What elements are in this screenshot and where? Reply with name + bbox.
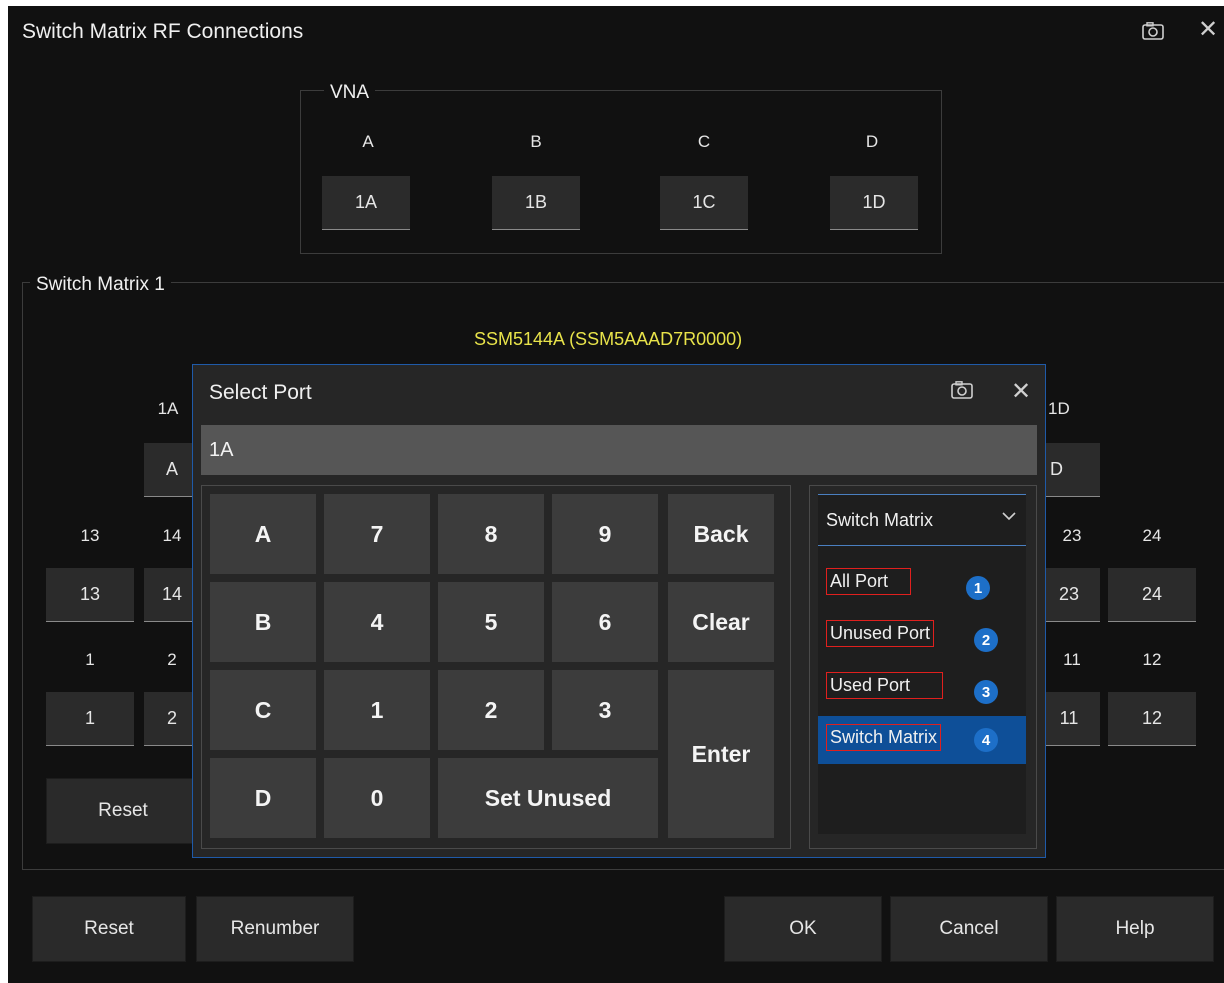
vna-port-label-c: C	[697, 132, 711, 151]
enter-key[interactable]: Enter	[668, 670, 774, 838]
port-filter-list: Switch Matrix All Port 1 Unused Port 2 U…	[818, 494, 1026, 834]
close-icon[interactable]: ✕	[1198, 18, 1218, 42]
vna-port-c-button[interactable]: 1C	[660, 176, 748, 230]
keypad: A 7 8 9 Back B 4 5 6 Clear C 1 2 3 Enter…	[201, 485, 791, 849]
footer-renumber-button[interactable]: Renumber	[196, 896, 354, 962]
port-value-field[interactable]: 1A	[201, 425, 1037, 475]
key-a[interactable]: A	[210, 494, 316, 574]
sm-port-label-12: 12	[1142, 650, 1162, 669]
filter-option-switch-matrix[interactable]: Switch Matrix 4	[818, 716, 1026, 764]
key-7[interactable]: 7	[324, 494, 430, 574]
filter-option-label: Unused Port	[826, 620, 935, 647]
annotation-badge: 3	[974, 680, 998, 704]
key-c[interactable]: C	[210, 670, 316, 750]
footer-help-button[interactable]: Help	[1056, 896, 1214, 962]
key-8[interactable]: 8	[438, 494, 544, 574]
vna-group-label: VNA	[324, 82, 376, 104]
select-port-dialog: Select Port ✕ 1A A 7 8 9 Back B 4 5 6 Cl…	[192, 364, 1046, 858]
port-filter-selected: Switch Matrix	[826, 509, 934, 530]
sm-port-label-1: 1	[85, 650, 95, 669]
key-9[interactable]: 9	[552, 494, 658, 574]
back-key[interactable]: Back	[668, 494, 774, 574]
dialog-title: Select Port	[209, 381, 312, 404]
vna-port-a-button[interactable]: 1A	[322, 176, 410, 230]
key-1[interactable]: 1	[324, 670, 430, 750]
footer-cancel-button[interactable]: Cancel	[890, 896, 1048, 962]
vna-port-label-a: A	[362, 132, 374, 151]
key-d[interactable]: D	[210, 758, 316, 838]
key-6[interactable]: 6	[552, 582, 658, 662]
filter-option-unused-port[interactable]: Unused Port 2	[818, 612, 1026, 660]
key-5[interactable]: 5	[438, 582, 544, 662]
sm-port-23-button[interactable]: 23	[1038, 568, 1100, 622]
sm-port-label-13: 13	[80, 526, 100, 545]
dialog-close-icon[interactable]: ✕	[1011, 377, 1031, 406]
sm-port-1-button[interactable]: 1	[46, 692, 134, 746]
sm-port-label-1a: 1A	[157, 399, 179, 418]
port-filter-panel: Switch Matrix All Port 1 Unused Port 2 U…	[809, 485, 1037, 849]
filter-option-used-port[interactable]: Used Port 3	[818, 664, 1026, 712]
vna-port-d-button[interactable]: 1D	[830, 176, 918, 230]
switch-matrix-window: Switch Matrix RF Connections ✕ VNA A B C…	[8, 6, 1224, 983]
vna-port-b-button[interactable]: 1B	[492, 176, 580, 230]
set-unused-key[interactable]: Set Unused	[438, 758, 658, 838]
key-0[interactable]: 0	[324, 758, 430, 838]
key-4[interactable]: 4	[324, 582, 430, 662]
key-3[interactable]: 3	[552, 670, 658, 750]
annotation-badge: 2	[974, 628, 998, 652]
key-b[interactable]: B	[210, 582, 316, 662]
port-filter-dropdown[interactable]: Switch Matrix	[818, 494, 1026, 546]
filter-option-label: Switch Matrix	[826, 724, 942, 751]
sm-port-12-button[interactable]: 12	[1108, 692, 1196, 746]
clear-key[interactable]: Clear	[668, 582, 774, 662]
annotation-badge: 4	[974, 728, 998, 752]
dialog-camera-icon[interactable]	[951, 381, 973, 399]
sm-port-13-button[interactable]: 13	[46, 568, 134, 622]
sm-port-1d-button[interactable]: D	[1038, 443, 1100, 497]
sm-port-label-1d: 1D	[1048, 399, 1070, 418]
footer-reset-button[interactable]: Reset	[32, 896, 186, 962]
sm-port-label-11: 11	[1063, 650, 1081, 669]
key-2[interactable]: 2	[438, 670, 544, 750]
camera-icon[interactable]	[1142, 22, 1164, 40]
annotation-badge: 1	[966, 576, 990, 600]
sm-port-label-23: 23	[1062, 526, 1082, 545]
window-title: Switch Matrix RF Connections	[22, 20, 304, 43]
switch-matrix-group-label: Switch Matrix 1	[30, 274, 171, 296]
vna-port-label-d: D	[865, 132, 879, 151]
filter-option-label: All Port	[826, 568, 912, 595]
vna-port-label-b: B	[530, 132, 542, 151]
chevron-down-icon	[1002, 512, 1016, 521]
sm-port-label-24: 24	[1142, 526, 1162, 545]
sm-reset-button[interactable]: Reset	[46, 778, 200, 844]
filter-option-label: Used Port	[826, 672, 944, 699]
sm-port-24-button[interactable]: 24	[1108, 568, 1196, 622]
filter-option-all-port[interactable]: All Port 1	[818, 560, 1026, 608]
footer-ok-button[interactable]: OK	[724, 896, 882, 962]
sm-port-11-button[interactable]: 11	[1038, 692, 1100, 746]
switch-matrix-model: SSM5144A (SSM5AAAD7R0000)	[474, 329, 743, 349]
